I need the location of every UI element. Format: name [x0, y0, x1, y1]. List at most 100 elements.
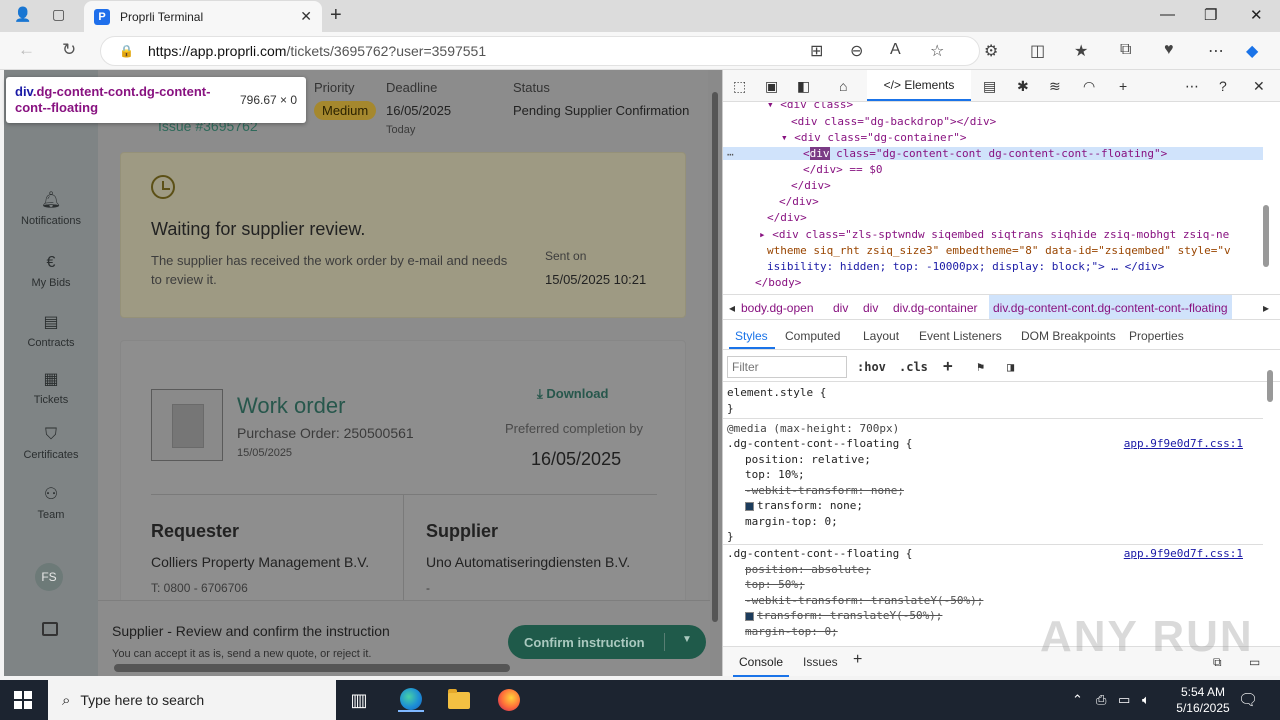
close-devtools-icon[interactable]: ✕ — [1253, 78, 1265, 95]
paint-brush-icon[interactable]: ⚑ — [977, 360, 984, 374]
transform-swatch-icon[interactable] — [745, 611, 754, 621]
system-clock[interactable]: 5:54 AM 5/16/2025 — [1164, 684, 1242, 716]
new-rule-plus-icon[interactable]: + — [943, 356, 953, 375]
bug-icon[interactable]: ✱ — [1017, 78, 1029, 95]
nav-item-tickets[interactable]: ▦ Tickets — [4, 369, 98, 406]
css-declaration[interactable]: position: relative; — [745, 453, 871, 466]
network-icon[interactable]: ▭ — [1118, 692, 1130, 708]
tab-console[interactable]: Console — [733, 647, 790, 677]
apps-icon[interactable]: ⊞ — [810, 41, 823, 61]
dom-node[interactable]: </div> — [791, 179, 831, 192]
breadcrumb-item[interactable]: body.dg-open — [741, 301, 814, 315]
favorites-icon[interactable]: ★ — [1074, 41, 1088, 61]
css-declaration[interactable]: transform: none; — [745, 499, 863, 512]
dom-node[interactable]: ▾ <div class="dg-container"> — [781, 131, 966, 144]
performance-gauge-icon[interactable]: ◠ — [1083, 78, 1095, 95]
css-declaration[interactable]: margin-top: 0; — [745, 515, 838, 528]
volume-icon[interactable]: 🔈︎ — [1142, 692, 1150, 708]
inspect-element-icon[interactable]: ⬚ — [733, 78, 746, 95]
favorite-star-icon[interactable]: ☆ — [930, 41, 944, 61]
css-declaration-overridden[interactable]: -webkit-transform: none; — [745, 484, 904, 497]
close-window-icon[interactable]: ✕ — [1250, 6, 1263, 24]
breadcrumb-item-active[interactable]: div.dg-content-cont.dg-content-cont--flo… — [989, 295, 1232, 319]
work-order-title[interactable]: Work order — [237, 393, 345, 419]
crumb-scroll-left-icon[interactable]: ◂ — [729, 301, 735, 315]
nav-item-my-bids[interactable]: € My Bids — [4, 254, 98, 289]
nav-item-notifications[interactable]: 🔔︎ Notifications — [4, 190, 98, 227]
close-tab-icon[interactable]: ✕ — [300, 8, 312, 25]
breadcrumb-item[interactable]: div — [863, 301, 878, 315]
scrollbar-thumb[interactable] — [712, 92, 718, 622]
rule1-selector[interactable]: .dg-content-cont--floating { — [727, 437, 912, 450]
show-hidden-icons-chevron-icon[interactable]: ⌃ — [1072, 692, 1083, 708]
notifications-icon[interactable]: 🗨︎ — [1238, 690, 1258, 710]
dom-node[interactable]: </div> — [767, 211, 807, 224]
avatar[interactable]: FS — [35, 563, 63, 591]
chevron-down-icon[interactable]: ▼ — [682, 634, 692, 645]
breadcrumb-item[interactable]: div — [833, 301, 848, 315]
styles-filter-input[interactable] — [727, 356, 847, 378]
dom-node[interactable]: </body> — [755, 276, 801, 289]
css-declaration[interactable]: top: 10%; — [745, 468, 805, 481]
tab-issues[interactable]: Issues — [803, 655, 838, 669]
crumb-scroll-right-icon[interactable]: ▸ — [1263, 301, 1269, 315]
dom-node-selected[interactable]: <div class="dg-content-cont dg-content-c… — [723, 147, 1263, 160]
refresh-icon[interactable]: ↻ — [62, 40, 76, 60]
url-field[interactable]: 🔒 https://app.proprli.com/tickets/369576… — [100, 36, 980, 66]
rule1-source-link[interactable]: app.9f9e0d7f.css:1 — [1124, 437, 1243, 450]
firefox-icon[interactable] — [496, 688, 522, 712]
nav-item-contracts[interactable]: ▤ Contracts — [4, 312, 98, 349]
styles-scrollbar[interactable] — [1267, 370, 1273, 402]
console-tab-icon[interactable]: ▤ — [983, 78, 996, 95]
dom-node[interactable]: </div> == $0 — [803, 163, 882, 176]
tab-event-listeners[interactable]: Event Listeners — [919, 329, 1002, 343]
wifi-network-icon[interactable]: ≋ — [1049, 78, 1061, 95]
collections-icon[interactable]: ⧉ — [1120, 41, 1131, 59]
css-declaration-overridden[interactable]: transform: translateY(-50%); — [745, 609, 942, 622]
css-declaration-overridden[interactable]: top: 50%; — [745, 578, 805, 591]
node-actions-icon[interactable]: ⋯ — [727, 148, 734, 161]
sidebar-collapse-icon[interactable] — [42, 622, 58, 636]
profile-icon[interactable]: 👤 — [14, 6, 31, 23]
css-declaration-overridden[interactable]: position: absolute; — [745, 563, 871, 576]
tab-properties[interactable]: Properties — [1129, 329, 1184, 343]
dom-scrollbar[interactable] — [1263, 205, 1269, 267]
dock-icon[interactable]: ◧ — [797, 78, 810, 95]
windows-start-icon[interactable] — [14, 691, 32, 709]
device-toggle-icon[interactable]: ▣ — [765, 78, 778, 95]
extensions-icon[interactable]: ⚙ — [984, 41, 998, 61]
transform-swatch-icon[interactable] — [745, 501, 754, 511]
taskbar-search[interactable]: ⌕ Type here to search — [48, 680, 336, 720]
minimize-icon[interactable]: — — [1160, 6, 1175, 23]
rule2-source-link[interactable]: app.9f9e0d7f.css:1 — [1124, 547, 1243, 560]
more-tools-plus-icon[interactable]: + — [1119, 78, 1127, 94]
dom-node[interactable]: ▾ <div class> — [767, 102, 853, 111]
dom-node[interactable]: <div class="dg-backdrop"></div> — [791, 115, 996, 128]
cls-toggle[interactable]: .cls — [899, 360, 928, 374]
new-tab-icon[interactable]: + — [330, 4, 342, 27]
file-explorer-icon[interactable] — [446, 688, 472, 712]
split-screen-icon[interactable]: ◫ — [1030, 41, 1045, 61]
restore-icon[interactable]: ❐ — [1204, 6, 1217, 24]
read-aloud-icon[interactable]: A — [890, 41, 901, 59]
page-scrollbar[interactable] — [710, 72, 720, 646]
edge-browser-icon[interactable] — [398, 688, 424, 712]
tab-dom-breakpoints[interactable]: DOM Breakpoints — [1021, 329, 1116, 343]
help-icon[interactable]: ? — [1219, 78, 1227, 94]
tab-computed[interactable]: Computed — [785, 329, 840, 343]
devtools-more-icon[interactable]: ⋯ — [1185, 78, 1199, 95]
css-declaration-overridden[interactable]: margin-top: 0; — [745, 625, 838, 638]
horizontal-scrollbar[interactable] — [114, 664, 510, 672]
tab-actions-icon[interactable]: ▢ — [52, 6, 65, 23]
confirm-instruction-button[interactable]: Confirm instruction ▼ — [508, 625, 706, 659]
zoom-icon[interactable]: ⊖ — [850, 41, 863, 61]
tab-elements[interactable]: </> Elements — [867, 70, 971, 101]
performance-icon[interactable]: ♥ — [1164, 41, 1174, 59]
add-drawer-tab-icon[interactable]: + — [853, 651, 862, 669]
hov-toggle[interactable]: :hov — [857, 360, 886, 374]
computed-sidebar-icon[interactable]: ◨ — [1007, 360, 1014, 374]
css-declaration-overridden[interactable]: -webkit-transform: translateY(-50%); — [745, 594, 983, 607]
back-icon[interactable]: ← — [18, 40, 35, 60]
network-device-icon[interactable]: ⎙ — [1096, 692, 1106, 708]
welcome-home-icon[interactable]: ⌂ — [839, 78, 847, 94]
